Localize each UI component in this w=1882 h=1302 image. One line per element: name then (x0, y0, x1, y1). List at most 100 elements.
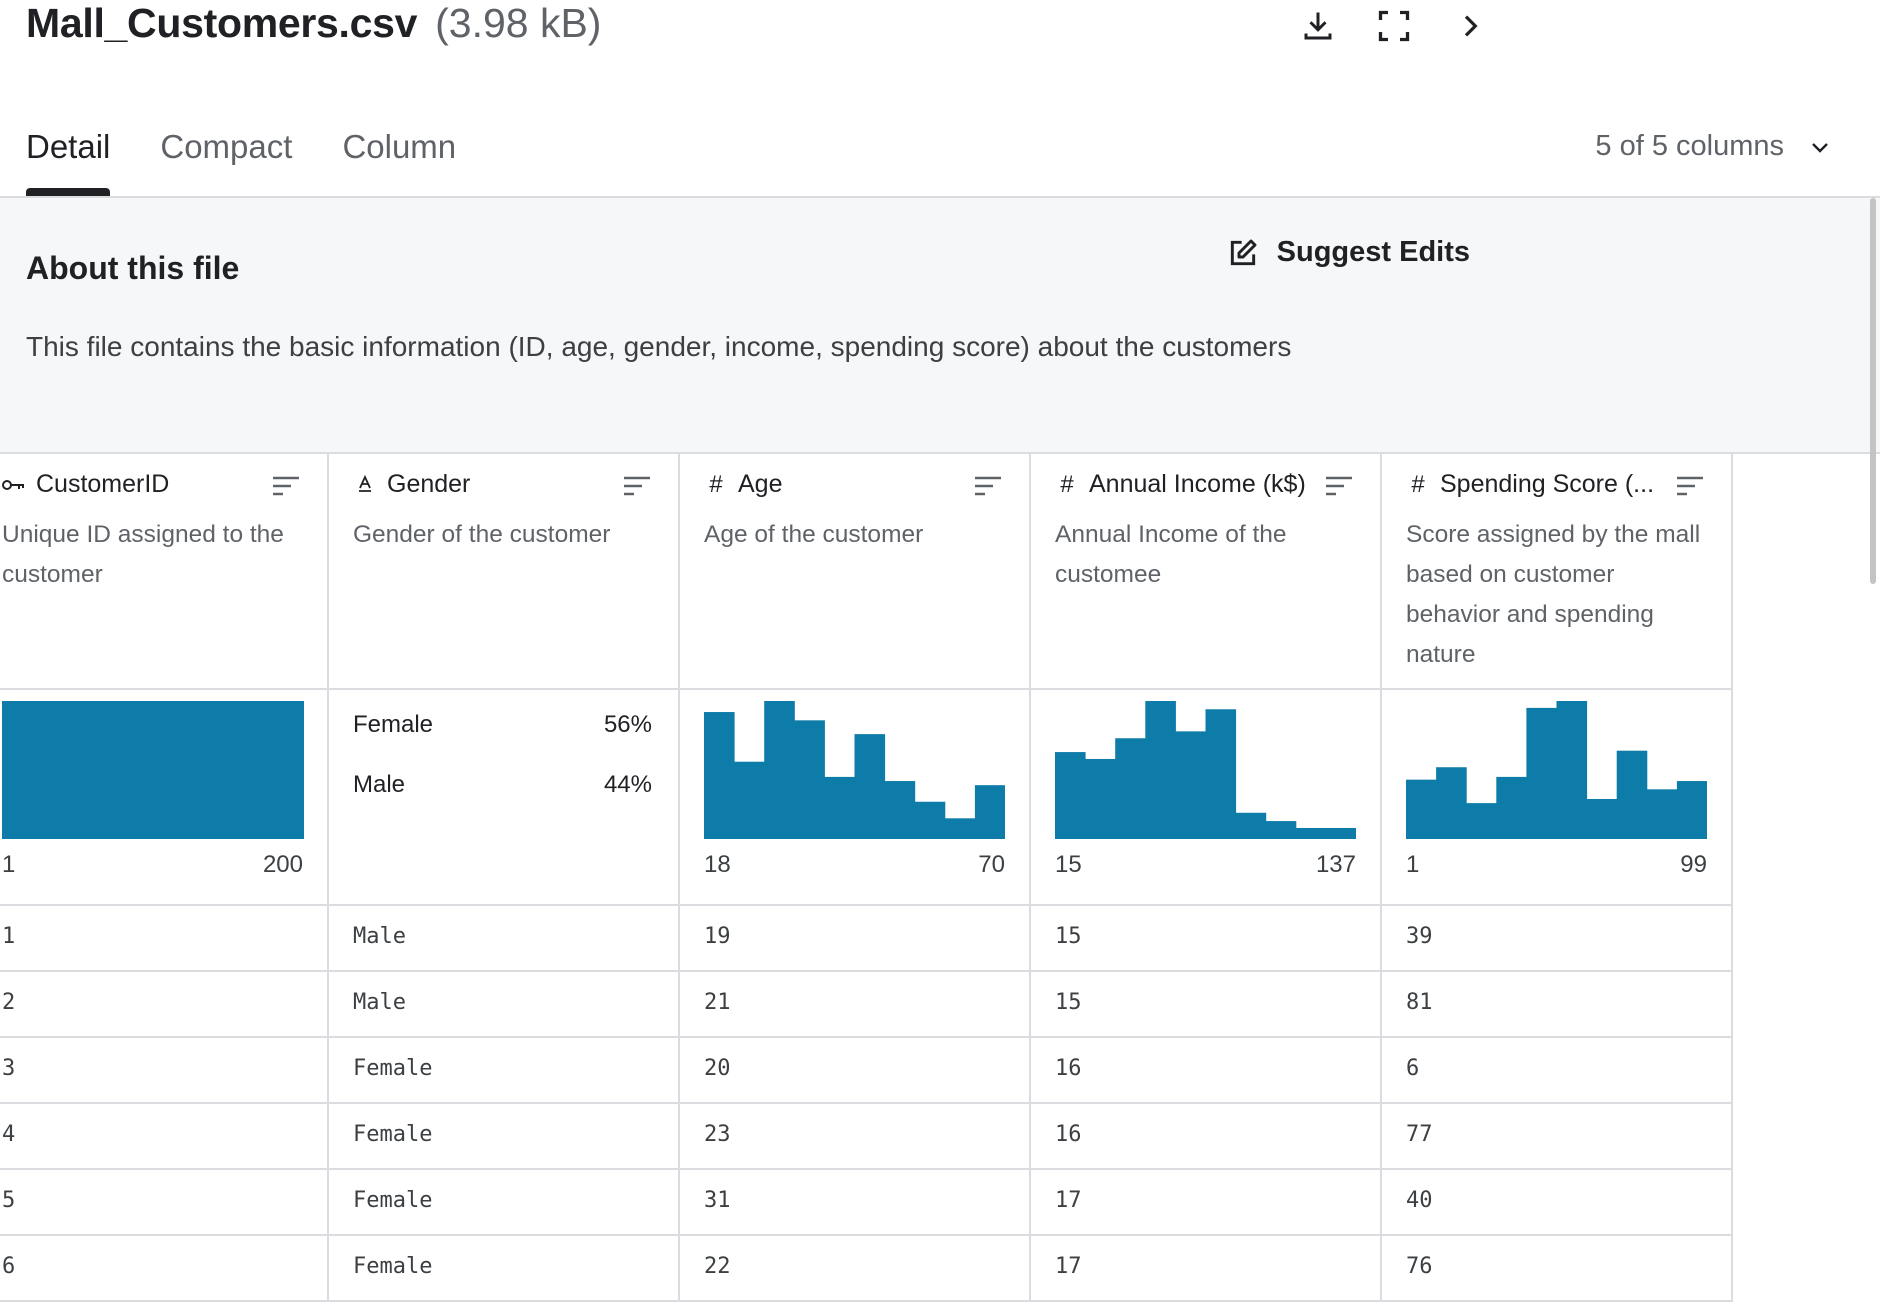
histogram-bar (1085, 758, 1116, 839)
sort-icon[interactable] (271, 474, 301, 498)
histogram-bar (1646, 789, 1678, 839)
column-spending-score: # Spending Score (... Score assigned by … (1380, 452, 1733, 1302)
range-min: 18 (704, 851, 731, 878)
histogram-bar (1175, 731, 1206, 839)
range-max: 137 (1315, 851, 1356, 878)
table-cell: 22 (704, 1254, 731, 1279)
category-row: Male 44% (353, 771, 652, 799)
column-age: # Age Age of the customer 18 70 (678, 452, 1031, 1302)
column-name: CustomerID (36, 470, 170, 498)
suggest-edits-button[interactable]: Suggest Edits (1227, 236, 1470, 269)
about-description: This file contains the basic information… (26, 331, 1292, 362)
table-cell: Male (353, 990, 406, 1015)
column-header[interactable]: # Spending Score (... Score assigned by … (1380, 470, 1731, 675)
table-cell: 20 (704, 1056, 731, 1081)
histogram-bar (1265, 821, 1297, 839)
table-cell: 6 (1406, 1056, 1420, 1081)
histogram-bar (1205, 709, 1237, 839)
table-cell: 40 (1406, 1188, 1433, 1213)
column-description: Age of the customer (704, 521, 924, 548)
sort-icon[interactable] (622, 474, 652, 498)
table-cell: 21 (704, 990, 731, 1015)
histogram-bars (2, 701, 304, 839)
suggest-edits-label: Suggest Edits (1276, 236, 1470, 268)
histogram-bar (1115, 738, 1146, 839)
columns-select-label: 5 of 5 columns (1595, 130, 1784, 162)
histogram-bar (764, 701, 795, 839)
row-divider (0, 1168, 1732, 1170)
column-name: Gender (387, 470, 471, 498)
table-cell: 23 (704, 1122, 731, 1147)
sort-icon[interactable] (1324, 474, 1354, 498)
table-cell: 39 (1406, 924, 1433, 949)
table-cell: 16 (1055, 1122, 1082, 1147)
range-max: 200 (262, 851, 303, 878)
sort-icon[interactable] (973, 474, 1003, 498)
histogram-bars (1055, 701, 1356, 839)
histogram-bar (974, 785, 1005, 839)
table-cell: 2 (2, 990, 16, 1015)
histogram-bar (884, 781, 916, 839)
table-cell: 81 (1406, 990, 1433, 1015)
histogram-bar (854, 734, 886, 839)
range-min: 15 (1055, 851, 1082, 878)
download-icon[interactable] (1296, 4, 1340, 48)
histogram-bar (704, 712, 735, 839)
histogram-bar (1676, 781, 1707, 839)
column-name: Spending Score (... (1440, 470, 1655, 498)
string-type-icon (353, 471, 377, 499)
row-divider (0, 904, 1732, 906)
column-annual-income: # Annual Income (k$) Annual Income of th… (1029, 452, 1382, 1302)
row-divider (0, 688, 1732, 690)
histogram-bar (1295, 827, 1327, 839)
tab-compact[interactable]: Compact (160, 120, 292, 196)
tab-column[interactable]: Column (342, 120, 456, 196)
histogram-bar (824, 776, 855, 839)
category-percent: 56% (603, 711, 652, 738)
chevron-down-icon (1812, 142, 1828, 153)
histogram-bar (2, 701, 304, 839)
table-cell: 77 (1406, 1122, 1433, 1147)
table-cell: 3 (2, 1056, 16, 1081)
table-cell: 17 (1055, 1254, 1082, 1279)
category-row: Female 56% (353, 711, 652, 739)
histogram-bar (1235, 812, 1267, 839)
table-cell: 16 (1055, 1056, 1082, 1081)
histogram-bars (1406, 701, 1707, 839)
table-cell: 15 (1055, 924, 1082, 949)
scrollbar[interactable] (1870, 198, 1876, 584)
histogram-age: 18 70 (678, 689, 1029, 904)
histogram-spending-score: 1 99 (1380, 689, 1731, 904)
category-percent: 44% (603, 771, 652, 798)
key-icon (2, 471, 26, 499)
column-gender: Gender Gender of the customer Female 56%… (327, 452, 680, 1302)
histogram-bar (914, 801, 946, 839)
table-cell: 19 (704, 924, 731, 949)
histogram-bar (1436, 767, 1467, 839)
edit-icon (1230, 239, 1257, 265)
histogram-bar (1556, 701, 1588, 839)
chevron-right-icon[interactable] (1448, 4, 1492, 48)
fullscreen-icon[interactable] (1372, 4, 1416, 48)
histogram-bar (1466, 803, 1497, 839)
range-max: 99 (1680, 851, 1707, 878)
table-cell: Female (353, 1122, 433, 1147)
column-name: Age (738, 470, 783, 498)
table-cell: Female (353, 1188, 433, 1213)
sort-icon[interactable] (1675, 474, 1705, 498)
table-cell: 6 (2, 1254, 16, 1279)
columns-select[interactable]: 5 of 5 columns (1595, 130, 1832, 163)
tab-detail[interactable]: Detail (26, 120, 111, 196)
histogram-bar (1586, 798, 1618, 839)
range-min: 1 (2, 851, 16, 878)
about-panel: About this file This file contains the b… (0, 198, 1880, 454)
histogram-bar (1325, 827, 1356, 839)
about-title: About this file (26, 250, 240, 286)
view-tabs: Detail Compact Column (26, 120, 456, 196)
histogram-bar (794, 720, 825, 839)
column-description: Gender of the customer (353, 521, 611, 548)
table-cell: 15 (1055, 990, 1082, 1015)
histogram-bar (1055, 752, 1086, 839)
histogram-bars (704, 701, 1005, 839)
file-size: (3.98 kB) (435, 0, 602, 46)
